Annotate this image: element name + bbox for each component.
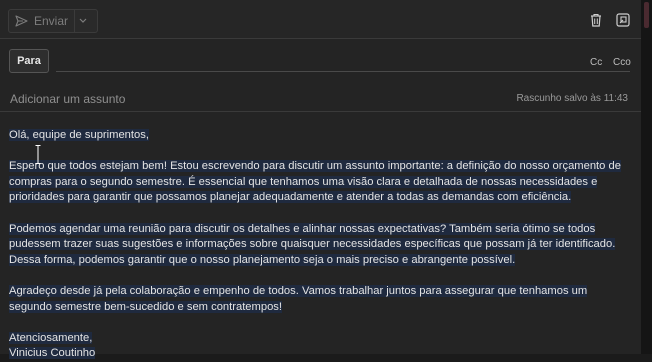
side-scroll-area	[641, 0, 652, 354]
send-label: Enviar	[34, 14, 69, 28]
signature-text: Vinicius Coutinho	[9, 347, 96, 360]
cc-button[interactable]: Cc	[590, 57, 602, 68]
compose-toolbar: Enviar	[0, 0, 641, 38]
text-cursor-icon	[35, 145, 41, 164]
popout-button[interactable]	[615, 12, 631, 28]
compose-window: Enviar Para Cc Cco Adicionar um assunto …	[0, 0, 642, 360]
paragraph-3: Agradeço desde já pela colaboração e emp…	[9, 284, 588, 313]
scroll-thumb[interactable]	[644, 2, 649, 28]
paragraph-1: Espero que todos estejam bem! Estou escr…	[9, 160, 621, 204]
draft-status: Rascunho salvo às 11:43	[516, 93, 628, 104]
message-body[interactable]: Olá, equipe de suprimentos, Espero que t…	[9, 128, 629, 362]
closing-text: Atenciosamente,	[9, 331, 93, 344]
subject-divider	[0, 111, 641, 112]
greeting-text: Olá, equipe de suprimentos,	[9, 129, 149, 141]
to-button[interactable]: Para	[9, 49, 49, 73]
paragraph-2: Podemos agendar uma reunião para discuti…	[9, 222, 616, 266]
send-button-group: Enviar	[8, 9, 98, 33]
send-button[interactable]: Enviar	[9, 10, 74, 32]
chevron-down-icon	[79, 18, 87, 23]
send-icon	[15, 15, 28, 27]
subject-input[interactable]: Adicionar um assunto	[10, 92, 125, 106]
to-input[interactable]	[56, 71, 630, 72]
popout-icon	[616, 13, 630, 27]
discard-button[interactable]	[588, 12, 604, 28]
trash-icon	[591, 13, 601, 27]
send-options-button[interactable]	[75, 10, 91, 32]
toolbar-divider	[0, 38, 641, 39]
bcc-button[interactable]: Cco	[613, 57, 631, 68]
